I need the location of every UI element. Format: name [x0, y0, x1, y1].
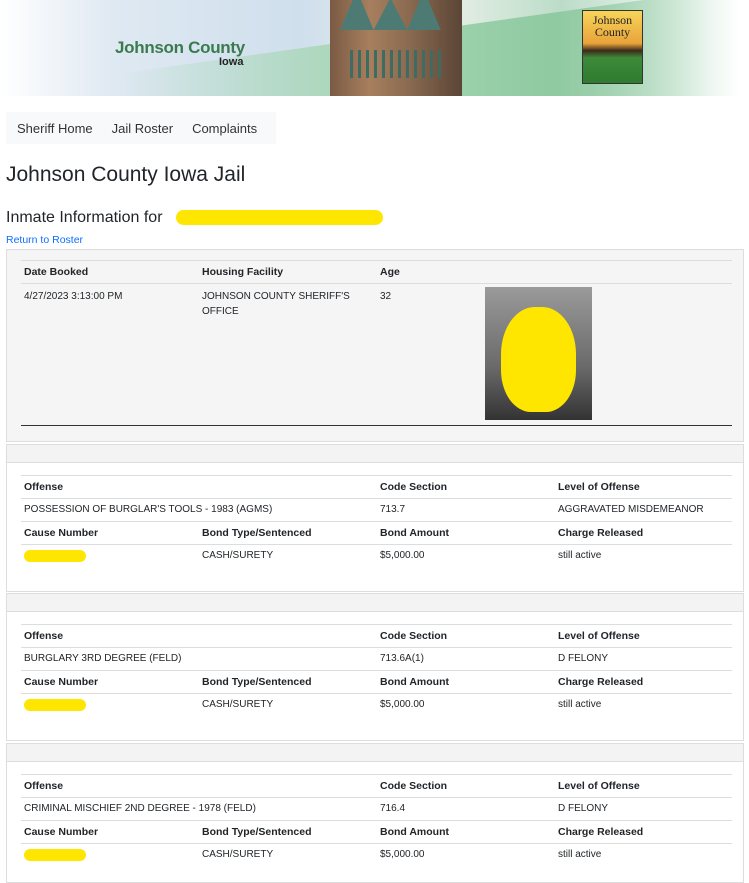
bond-type: CASH/SURETY — [199, 843, 377, 869]
inmate-heading: Inmate Information for — [6, 209, 163, 226]
charge-table: Offense Code Section Level of Offense PO… — [21, 475, 732, 570]
level-of-offense: D FELONY — [555, 797, 732, 821]
redacted-cause-number — [24, 849, 86, 861]
header-code-section: Code Section — [377, 624, 555, 648]
banner-subtitle: Iowa — [219, 56, 244, 68]
header-charge-released: Charge Released — [555, 670, 732, 694]
nav-jail-roster[interactable]: Jail Roster — [112, 121, 173, 136]
bond-amount: $5,000.00 — [377, 693, 555, 719]
return-to-roster-link[interactable]: Return to Roster — [6, 234, 83, 246]
nav-sheriff-home[interactable]: Sheriff Home — [17, 121, 93, 136]
header-charge-released: Charge Released — [555, 521, 732, 545]
charge-table: Offense Code Section Level of Offense BU… — [21, 624, 732, 719]
booking-table: Date Booked Housing Facility Age 4/27/20… — [21, 260, 732, 426]
header-offense: Offense — [21, 475, 377, 499]
header-bond-type: Bond Type/Sentenced — [199, 670, 377, 694]
bond-type: CASH/SURETY — [199, 693, 377, 719]
bond-amount: $5,000.00 — [377, 544, 555, 570]
header-housing-facility: Housing Facility — [199, 260, 377, 284]
header-cause-number: Cause Number — [21, 670, 199, 694]
header-offense: Offense — [21, 774, 377, 798]
offense: BURGLARY 3RD DEGREE (FELD) — [21, 647, 377, 671]
header-cause-number: Cause Number — [21, 521, 199, 545]
level-of-offense: D FELONY — [555, 647, 732, 671]
header-banner: Johnson County Iowa Johnson County — [0, 0, 749, 96]
redacted-cause-number — [24, 699, 86, 711]
courthouse-image — [330, 0, 462, 96]
age: 32 — [377, 283, 482, 426]
header-charge-released: Charge Released — [555, 820, 732, 844]
header-bond-amount: Bond Amount — [377, 670, 555, 694]
housing-facility: JOHNSON COUNTY SHERIFF'S OFFICE — [199, 283, 377, 426]
redacted-cause-number — [24, 550, 86, 562]
header-age: Age — [377, 260, 482, 284]
code-section: 713.7 — [377, 498, 555, 522]
banner-title: Johnson County — [115, 38, 245, 57]
header-offense: Offense — [21, 624, 377, 648]
header-cause-number: Cause Number — [21, 820, 199, 844]
charge-released: still active — [555, 544, 732, 570]
header-code-section: Code Section — [377, 774, 555, 798]
level-of-offense: AGGRAVATED MISDEMEANOR — [555, 498, 732, 522]
code-section: 716.4 — [377, 797, 555, 821]
charge-card: Offense Code Section Level of Offense CR… — [6, 743, 744, 883]
main-nav: Sheriff Home Jail Roster Complaints — [6, 112, 276, 144]
redacted-name — [176, 210, 383, 225]
charge-released: still active — [555, 843, 732, 869]
header-date-booked: Date Booked — [21, 260, 199, 284]
page-title: Johnson County Iowa Jail — [6, 163, 246, 186]
offense: POSSESSION OF BURGLAR'S TOOLS - 1983 (AG… — [21, 498, 377, 522]
county-logo[interactable]: Johnson County — [582, 10, 643, 84]
redaction-scribble — [501, 307, 576, 412]
bond-type: CASH/SURETY — [199, 544, 377, 570]
charge-table: Offense Code Section Level of Offense CR… — [21, 774, 732, 869]
offense: CRIMINAL MISCHIEF 2ND DEGREE - 1978 (FEL… — [21, 797, 377, 821]
header-bond-amount: Bond Amount — [377, 521, 555, 545]
bond-amount: $5,000.00 — [377, 843, 555, 869]
header-bond-type: Bond Type/Sentenced — [199, 820, 377, 844]
header-bond-amount: Bond Amount — [377, 820, 555, 844]
date-booked: 4/27/2023 3:13:00 PM — [21, 283, 199, 426]
header-level: Level of Offense — [555, 475, 732, 499]
header-code-section: Code Section — [377, 475, 555, 499]
charge-card: Offense Code Section Level of Offense BU… — [6, 593, 744, 741]
header-level: Level of Offense — [555, 624, 732, 648]
nav-complaints[interactable]: Complaints — [192, 121, 257, 136]
charge-card: Offense Code Section Level of Offense PO… — [6, 444, 744, 592]
code-section: 713.6A(1) — [377, 647, 555, 671]
booking-card: Date Booked Housing Facility Age 4/27/20… — [6, 249, 744, 442]
inmate-photo — [485, 287, 592, 420]
charge-released: still active — [555, 693, 732, 719]
header-level: Level of Offense — [555, 774, 732, 798]
header-bond-type: Bond Type/Sentenced — [199, 521, 377, 545]
